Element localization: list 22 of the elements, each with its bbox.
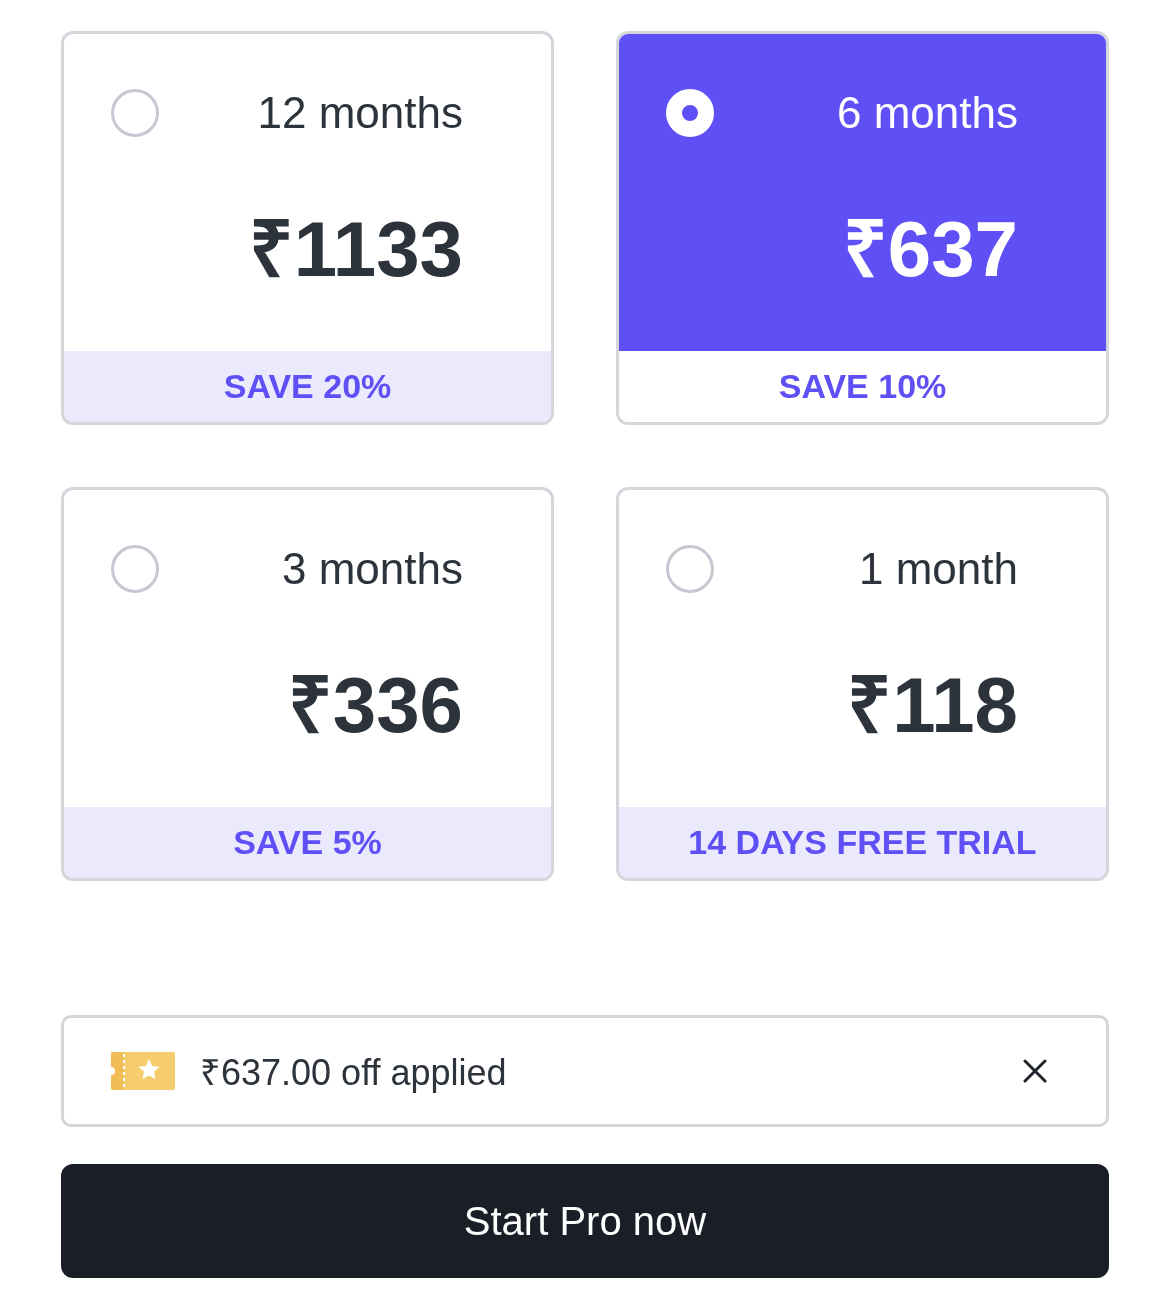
plan-price: ₹1133	[248, 209, 463, 289]
plan-duration: 12 months	[257, 87, 463, 139]
radio-button[interactable]	[111, 89, 159, 137]
radio-button[interactable]	[666, 545, 714, 593]
plan-duration: 6 months	[837, 87, 1018, 139]
savings-text: 14 DAYS FREE TRIAL	[688, 823, 1037, 862]
savings-text: SAVE 5%	[233, 823, 382, 862]
start-pro-button[interactable]: Start Pro now	[61, 1164, 1109, 1278]
plan-price: ₹118	[847, 665, 1018, 745]
savings-text: SAVE 20%	[223, 367, 392, 406]
plan-card[interactable]: 3 months ₹336 SAVE 5%	[61, 487, 554, 881]
savings-text: SAVE 10%	[778, 367, 947, 406]
close-icon[interactable]	[1023, 1059, 1047, 1083]
plan-card[interactable]: 12 months ₹1133 SAVE 20%	[61, 31, 554, 425]
plan-card[interactable]: 6 months ₹637 SAVE 10%	[616, 31, 1109, 425]
plan-duration: 3 months	[282, 543, 463, 595]
plan-price: ₹637	[842, 209, 1018, 289]
coupon-text: ₹637.00 off applied	[200, 1050, 508, 1095]
plan-duration: 1 month	[859, 543, 1018, 595]
plan-price: ₹336	[287, 665, 463, 745]
plan-card[interactable]: 1 month ₹118 14 DAYS FREE TRIAL	[616, 487, 1109, 881]
radio-button[interactable]	[111, 545, 159, 593]
